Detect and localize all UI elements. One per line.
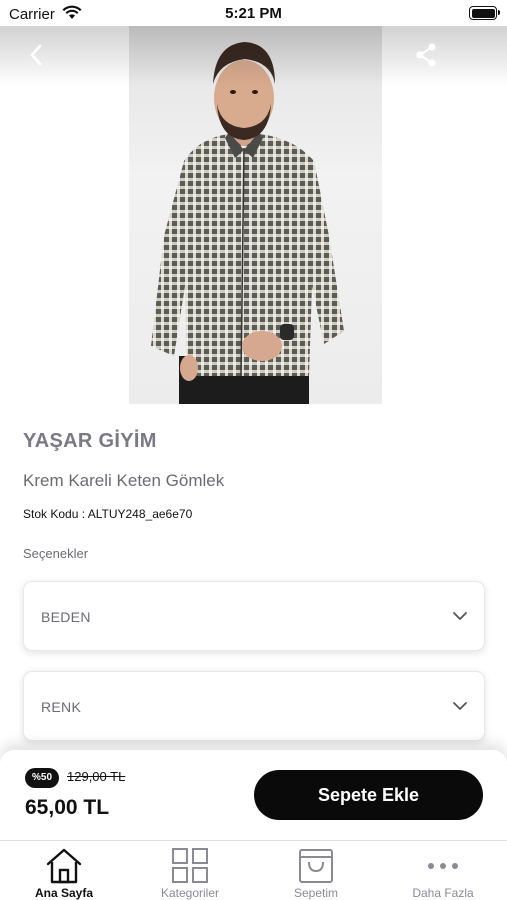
status-bar: Carrier 5:21 PM bbox=[0, 0, 507, 26]
clock: 5:21 PM bbox=[225, 5, 282, 22]
size-select[interactable]: BEDEN bbox=[23, 581, 485, 651]
tab-cart[interactable]: Sepetim bbox=[253, 845, 379, 900]
tab-more-label: Daha Fazla bbox=[412, 886, 474, 900]
tab-more[interactable]: Daha Fazla bbox=[380, 845, 506, 900]
color-select[interactable]: RENK bbox=[23, 671, 485, 741]
shopping-bag-icon bbox=[299, 849, 333, 883]
tab-categories[interactable]: Kategoriler bbox=[127, 845, 253, 900]
tab-categories-label: Kategoriler bbox=[160, 886, 220, 900]
home-icon bbox=[46, 848, 82, 884]
chevron-down-icon bbox=[453, 702, 467, 710]
size-select-label: BEDEN bbox=[41, 609, 91, 625]
grid-icon bbox=[172, 848, 208, 883]
tab-home[interactable]: Ana Sayfa bbox=[1, 845, 127, 900]
brand-name: YAŞAR GİYİM bbox=[23, 430, 157, 452]
share-icon[interactable] bbox=[411, 40, 441, 70]
options-heading: Seçenekler bbox=[23, 546, 89, 561]
purchase-bar: %50 129,00 TL 65,00 TL Sepete Ekle bbox=[0, 750, 507, 840]
color-select-label: RENK bbox=[41, 699, 82, 715]
battery-icon bbox=[469, 6, 500, 20]
chevron-down-icon bbox=[453, 612, 467, 620]
tab-cart-label: Sepetim bbox=[293, 886, 339, 900]
product-title: Krem Kareli Keten Gömlek bbox=[23, 471, 225, 490]
product-image-area[interactable] bbox=[0, 26, 507, 404]
bottom-tab-bar: Ana Sayfa Kategoriler Sepetim Daha Fazla bbox=[0, 840, 507, 900]
stock-code: Stok Kodu : ALTUY248_ae6e70 bbox=[23, 507, 193, 521]
current-price: 65,00 TL bbox=[25, 796, 110, 819]
discount-badge: %50 bbox=[25, 768, 60, 788]
old-price: 129,00 TL bbox=[67, 769, 126, 784]
more-icon bbox=[428, 863, 458, 869]
product-detail-screen: Carrier 5:21 PM YAŞAR GİYİM Krem Kareli … bbox=[0, 0, 507, 900]
back-chevron-icon[interactable] bbox=[22, 40, 52, 70]
add-to-cart-button[interactable]: Sepete Ekle bbox=[254, 770, 483, 820]
tab-home-label: Ana Sayfa bbox=[34, 886, 94, 900]
